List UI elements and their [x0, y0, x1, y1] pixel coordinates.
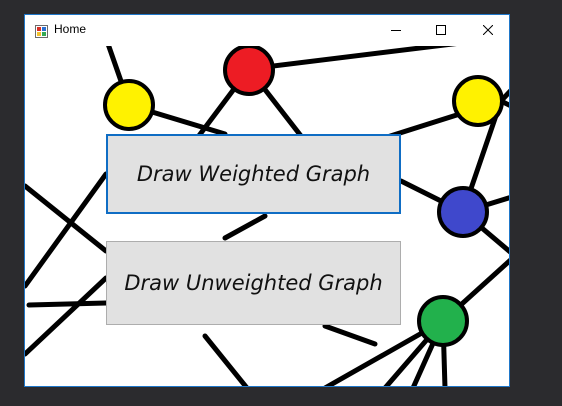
- graph-node-red: [223, 46, 275, 96]
- home-window: Home Draw Weighted Graph Draw Unweighted…: [24, 14, 510, 387]
- graph-background: [25, 46, 509, 386]
- graph-edge: [25, 183, 109, 254]
- graph-edge: [246, 46, 457, 72]
- graph-edge: [202, 333, 249, 386]
- close-button[interactable]: [465, 15, 509, 45]
- minimize-icon: [391, 30, 401, 31]
- maximize-icon: [436, 25, 446, 35]
- graph-edge: [322, 323, 378, 347]
- graph-edge: [25, 275, 109, 357]
- graph-node-green: [417, 295, 469, 347]
- graph-edge: [26, 300, 109, 308]
- draw-unweighted-graph-button[interactable]: Draw Unweighted Graph: [106, 241, 401, 325]
- graph-edge: [25, 171, 109, 289]
- draw-weighted-graph-button[interactable]: Draw Weighted Graph: [106, 134, 401, 214]
- client-area: Draw Weighted Graph Draw Unweighted Grap…: [25, 46, 509, 386]
- title-bar[interactable]: Home: [25, 15, 509, 46]
- graph-edge: [222, 213, 268, 241]
- graph-node-blue: [437, 186, 489, 238]
- close-icon: [483, 25, 493, 35]
- graph-node-yellow-right: [452, 75, 504, 127]
- app-icon: [35, 23, 48, 38]
- minimize-button[interactable]: [373, 15, 419, 45]
- maximize-button[interactable]: [418, 15, 464, 45]
- window-title: Home: [54, 22, 87, 36]
- graph-node-yellow-left: [103, 79, 155, 131]
